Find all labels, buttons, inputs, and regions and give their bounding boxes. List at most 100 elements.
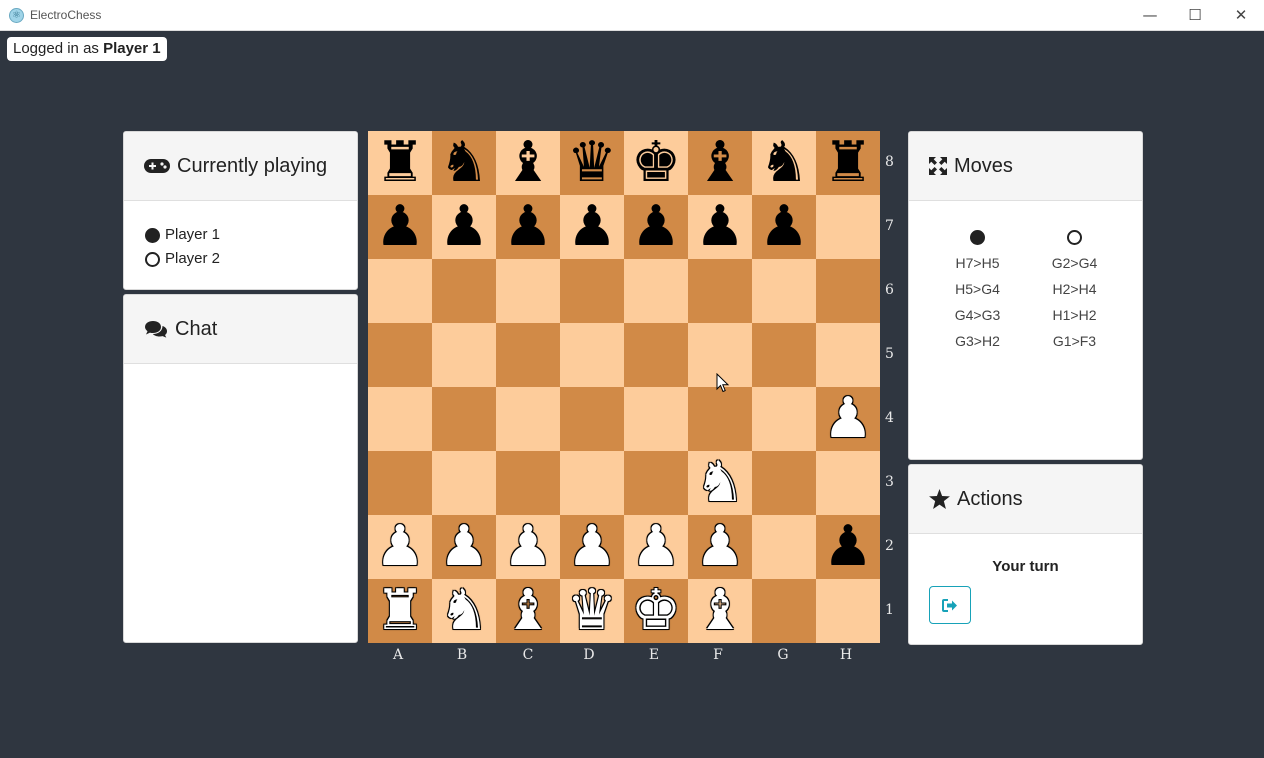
black-knight-piece[interactable]: ♞︎: [439, 131, 489, 195]
square-a8[interactable]: ♜︎: [368, 131, 432, 195]
square-h7[interactable]: [816, 195, 880, 259]
square-b8[interactable]: ♞︎: [432, 131, 496, 195]
square-f6[interactable]: [688, 259, 752, 323]
white-bishop-piece[interactable]: ♝︎: [503, 579, 553, 643]
square-d6[interactable]: [560, 259, 624, 323]
square-c2[interactable]: ♟︎: [496, 515, 560, 579]
square-f1[interactable]: ♝︎: [688, 579, 752, 643]
square-g1[interactable]: [752, 579, 816, 643]
square-f7[interactable]: ♟︎: [688, 195, 752, 259]
square-c4[interactable]: [496, 387, 560, 451]
square-c8[interactable]: ♝︎: [496, 131, 560, 195]
white-pawn-piece[interactable]: ♟︎: [375, 515, 425, 579]
white-knight-piece[interactable]: ♞︎: [439, 579, 489, 643]
square-g4[interactable]: [752, 387, 816, 451]
black-pawn-piece[interactable]: ♟︎: [759, 195, 809, 259]
square-g8[interactable]: ♞︎: [752, 131, 816, 195]
black-bishop-piece[interactable]: ♝︎: [503, 131, 553, 195]
black-rook-piece[interactable]: ♜︎: [823, 131, 873, 195]
square-e3[interactable]: [624, 451, 688, 515]
square-a5[interactable]: [368, 323, 432, 387]
maximize-button[interactable]: ☐: [1172, 0, 1218, 31]
square-b1[interactable]: ♞︎: [432, 579, 496, 643]
black-pawn-piece[interactable]: ♟︎: [375, 195, 425, 259]
square-e2[interactable]: ♟︎: [624, 515, 688, 579]
square-a1[interactable]: ♜︎: [368, 579, 432, 643]
white-pawn-piece[interactable]: ♟︎: [503, 515, 553, 579]
square-d8[interactable]: ♛︎: [560, 131, 624, 195]
black-pawn-piece[interactable]: ♟︎: [823, 515, 873, 579]
square-a4[interactable]: [368, 387, 432, 451]
square-e7[interactable]: ♟︎: [624, 195, 688, 259]
square-a7[interactable]: ♟︎: [368, 195, 432, 259]
square-g7[interactable]: ♟︎: [752, 195, 816, 259]
square-f3[interactable]: ♞︎: [688, 451, 752, 515]
black-queen-piece[interactable]: ♛︎: [567, 131, 617, 195]
square-h2[interactable]: ♟︎: [816, 515, 880, 579]
square-c3[interactable]: [496, 451, 560, 515]
square-h5[interactable]: [816, 323, 880, 387]
square-d7[interactable]: ♟︎: [560, 195, 624, 259]
square-a2[interactable]: ♟︎: [368, 515, 432, 579]
white-knight-piece[interactable]: ♞︎: [695, 451, 745, 515]
square-d5[interactable]: [560, 323, 624, 387]
square-b4[interactable]: [432, 387, 496, 451]
white-bishop-piece[interactable]: ♝︎: [695, 579, 745, 643]
square-a3[interactable]: [368, 451, 432, 515]
black-pawn-piece[interactable]: ♟︎: [439, 195, 489, 259]
square-h3[interactable]: [816, 451, 880, 515]
white-queen-piece[interactable]: ♛︎: [567, 579, 617, 643]
square-f8[interactable]: ♝︎: [688, 131, 752, 195]
square-e5[interactable]: [624, 323, 688, 387]
square-c5[interactable]: [496, 323, 560, 387]
square-e6[interactable]: [624, 259, 688, 323]
square-g2[interactable]: [752, 515, 816, 579]
square-c6[interactable]: [496, 259, 560, 323]
black-pawn-piece[interactable]: ♟︎: [695, 195, 745, 259]
close-button[interactable]: ✕: [1218, 0, 1264, 31]
square-b7[interactable]: ♟︎: [432, 195, 496, 259]
square-h6[interactable]: [816, 259, 880, 323]
white-pawn-piece[interactable]: ♟︎: [631, 515, 681, 579]
square-h8[interactable]: ♜︎: [816, 131, 880, 195]
white-pawn-piece[interactable]: ♟︎: [823, 387, 873, 451]
white-pawn-piece[interactable]: ♟︎: [567, 515, 617, 579]
white-pawn-piece[interactable]: ♟︎: [439, 515, 489, 579]
square-a6[interactable]: [368, 259, 432, 323]
black-pawn-piece[interactable]: ♟︎: [631, 195, 681, 259]
black-pawn-piece[interactable]: ♟︎: [567, 195, 617, 259]
square-d1[interactable]: ♛︎: [560, 579, 624, 643]
black-bishop-piece[interactable]: ♝︎: [695, 131, 745, 195]
square-h1[interactable]: [816, 579, 880, 643]
square-d3[interactable]: [560, 451, 624, 515]
square-h4[interactable]: ♟︎: [816, 387, 880, 451]
square-b3[interactable]: [432, 451, 496, 515]
square-e4[interactable]: [624, 387, 688, 451]
leave-game-button[interactable]: [929, 586, 971, 624]
square-g5[interactable]: [752, 323, 816, 387]
square-f2[interactable]: ♟︎: [688, 515, 752, 579]
square-e8[interactable]: ♚︎: [624, 131, 688, 195]
chess-board[interactable]: ♜︎ ♞︎ ♝︎ ♛︎ ♚︎ ♝︎ ♞︎ ♜︎ ♟︎ ♟︎ ♟︎ ♟︎ ♟︎ ♟︎ ♟︎ ♟︎ ♞︎ ♟︎ ♟︎ ♟︎…: [368, 131, 880, 643]
minimize-button[interactable]: —: [1127, 0, 1173, 31]
square-d2[interactable]: ♟︎: [560, 515, 624, 579]
square-b6[interactable]: [432, 259, 496, 323]
chat-messages[interactable]: [124, 364, 357, 642]
square-g6[interactable]: [752, 259, 816, 323]
black-knight-piece[interactable]: ♞︎: [759, 131, 809, 195]
square-b5[interactable]: [432, 323, 496, 387]
white-pawn-piece[interactable]: ♟︎: [695, 515, 745, 579]
square-b2[interactable]: ♟︎: [432, 515, 496, 579]
black-pawn-piece[interactable]: ♟︎: [503, 195, 553, 259]
square-c1[interactable]: ♝︎: [496, 579, 560, 643]
white-king-piece[interactable]: ♚︎: [631, 579, 681, 643]
black-rook-piece[interactable]: ♜︎: [375, 131, 425, 195]
square-c7[interactable]: ♟︎: [496, 195, 560, 259]
white-rook-piece[interactable]: ♜︎: [375, 579, 425, 643]
black-king-piece[interactable]: ♚︎: [631, 131, 681, 195]
square-e1[interactable]: ♚︎: [624, 579, 688, 643]
square-d4[interactable]: [560, 387, 624, 451]
square-f4[interactable]: [688, 387, 752, 451]
login-status: Logged in as Player 1: [7, 37, 167, 61]
square-g3[interactable]: [752, 451, 816, 515]
